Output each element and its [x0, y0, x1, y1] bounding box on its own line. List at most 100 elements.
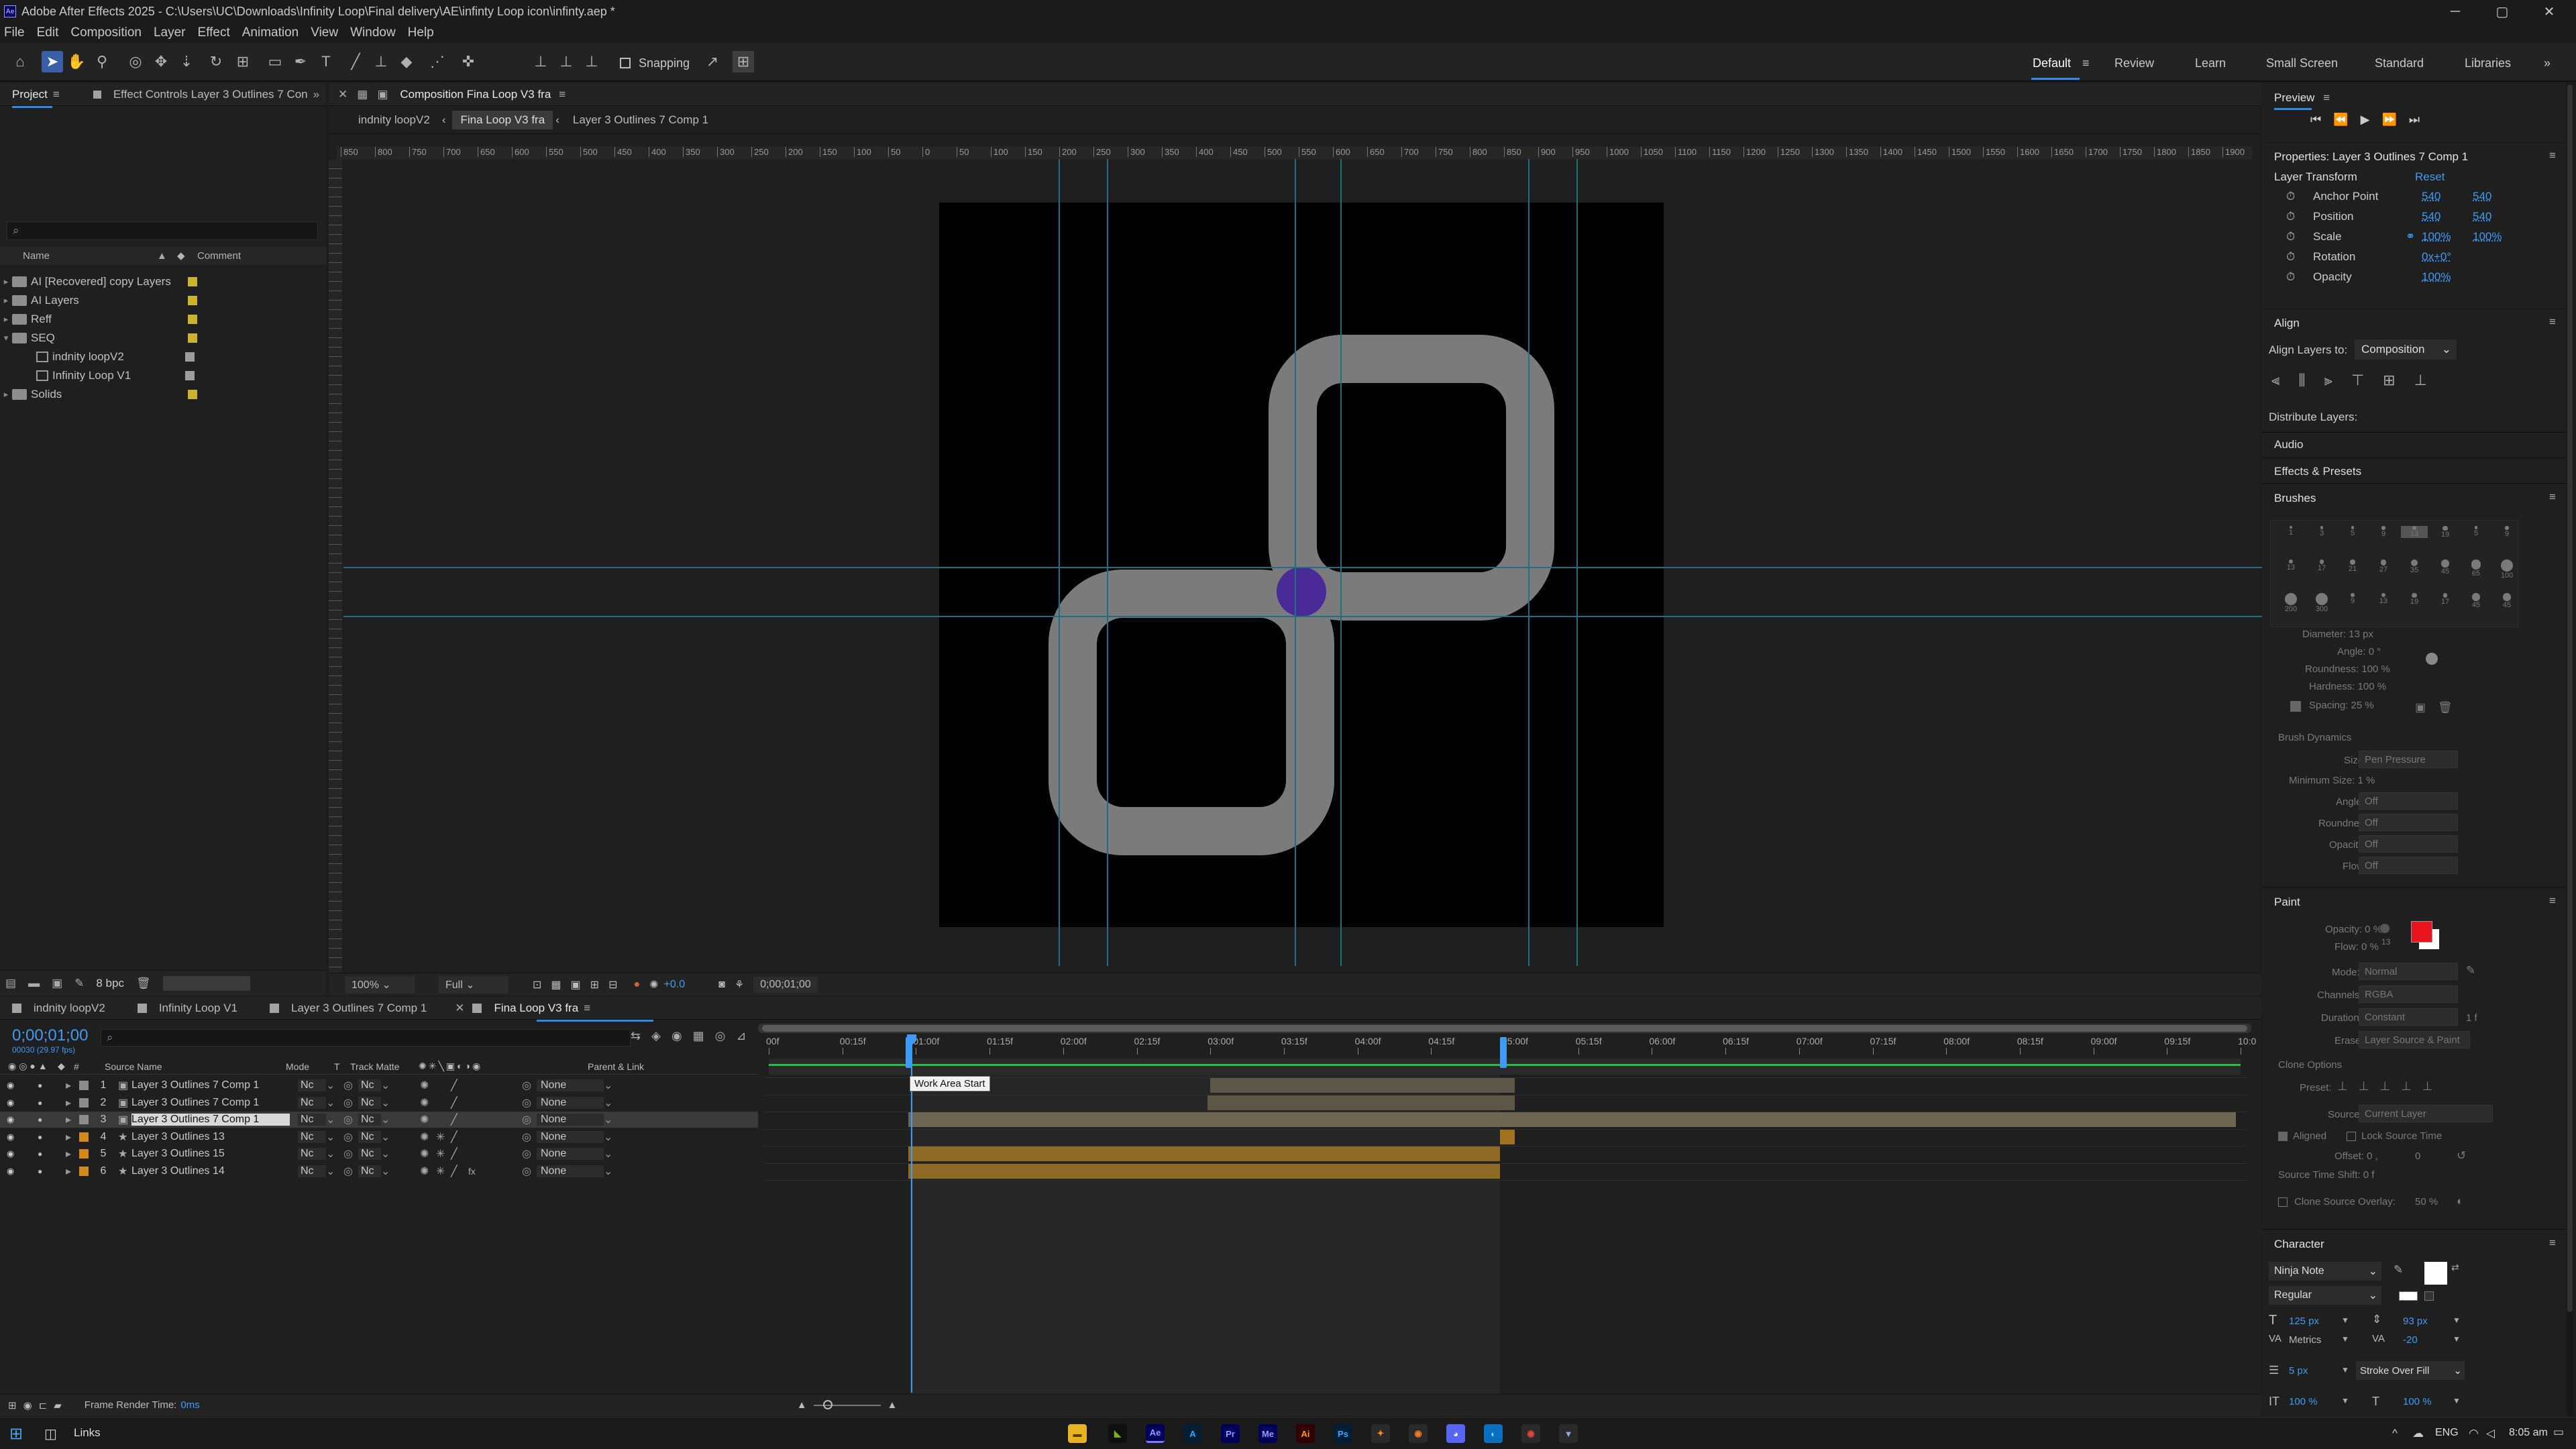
menu-effect[interactable]: Effect	[198, 25, 230, 40]
track-matte-pickwhip-icon[interactable]: ◎	[343, 1147, 358, 1161]
font-eyedropper-icon[interactable]: ✎	[2394, 1263, 2403, 1277]
clone-overlay-value[interactable]: 50 %	[2415, 1196, 2438, 1208]
align-menu-icon[interactable]: ≡	[2549, 315, 2556, 329]
menu-composition[interactable]: Composition	[70, 25, 142, 40]
no-color-swatch[interactable]	[2424, 1291, 2434, 1301]
menu-help[interactable]: Help	[408, 25, 434, 40]
brush-tip[interactable]: 13	[2370, 593, 2397, 605]
parent-dropdown[interactable]: None	[537, 1079, 604, 1091]
mask-visibility-icon[interactable]: ▣	[571, 978, 581, 991]
brush-tip[interactable]: 45	[2493, 593, 2520, 609]
paint-channels-dropdown[interactable]: RGBA	[2359, 985, 2458, 1003]
parent-dropdown[interactable]: None	[537, 1148, 604, 1160]
solo-toggle-icon[interactable]: ●	[38, 1132, 52, 1142]
brush-tip[interactable]: 5	[2463, 526, 2489, 537]
view-layout-icon[interactable]: ⊟	[608, 978, 617, 991]
breadcrumb-fina-loop-v3[interactable]: Fina Loop V3 fra	[452, 110, 553, 129]
visibility-eye-icon[interactable]: ◉	[7, 1132, 23, 1142]
dyn-flow-dropdown[interactable]: Off	[2359, 857, 2458, 874]
app-a-icon[interactable]: A	[1183, 1424, 1202, 1443]
volume-icon[interactable]: ◁	[2486, 1427, 2495, 1440]
breadcrumb-indnity-loopv2[interactable]: indnity loopV2	[358, 113, 430, 127]
solo-toggle-icon[interactable]: ●	[38, 1167, 52, 1176]
breadcrumb-layer3-comp1[interactable]: Layer 3 Outlines 7 Comp 1	[573, 113, 708, 127]
layer-label-color[interactable]	[79, 1149, 89, 1159]
constrain-proportions-icon[interactable]: ⚭	[2406, 230, 2422, 244]
layer-name[interactable]: Layer 3 Outlines 15	[131, 1148, 290, 1160]
chevron-right-icon[interactable]: ▸	[0, 295, 12, 306]
expand-layer-icon[interactable]: ▸	[66, 1096, 79, 1110]
composition-title[interactable]: Composition Fina Loop V3 fra	[388, 83, 563, 106]
property-value-1[interactable]: 100%	[2422, 230, 2473, 244]
layer-mode-dropdown[interactable]: Nc	[298, 1114, 326, 1126]
brush-tips-grid[interactable]: 1 3 5 9 13 19 5 9 13 17 21 27 35 45 65 100 200 300 9 13 19 17…	[2270, 520, 2518, 627]
property-value-2[interactable]: 540	[2473, 210, 2524, 223]
dyn-size-dropdown[interactable]: Pen Pressure	[2359, 751, 2458, 768]
tracking-value[interactable]: -20	[2403, 1334, 2418, 1346]
layer-name[interactable]: Layer 3 Outlines 7 Comp 1	[131, 1114, 290, 1126]
pen-tool-icon[interactable]: ✒	[290, 51, 311, 72]
clone-preset-2-icon[interactable]: ⊥	[2359, 1079, 2369, 1093]
eyedropper-icon[interactable]: ✎	[2466, 964, 2475, 977]
align-top-icon[interactable]: ⊤	[2351, 372, 2364, 389]
dyn-angle-dropdown[interactable]: Off	[2359, 792, 2458, 810]
project-menu-icon[interactable]: ≡	[53, 88, 60, 101]
project-item[interactable]: ▸ Solids	[0, 385, 326, 404]
eraser-tool-icon[interactable]: ◆	[396, 51, 417, 72]
brush-tip[interactable]: 3	[2308, 526, 2335, 537]
workspace-small-screen[interactable]: Small Screen	[2266, 56, 2338, 70]
visibility-eye-icon[interactable]: ◉	[7, 1097, 23, 1108]
guide-vertical[interactable]	[1107, 159, 1108, 966]
visibility-eye-icon[interactable]: ◉	[7, 1080, 23, 1091]
font-style-dropdown[interactable]: Regular ⌄	[2269, 1286, 2381, 1305]
brush-tip[interactable]: 65	[2463, 559, 2489, 578]
minimize-button[interactable]: ─	[2435, 0, 2475, 23]
shy-layers-icon[interactable]: ◉	[672, 1029, 682, 1043]
bpc-button[interactable]: 8 bpc	[96, 977, 124, 990]
brush-tip[interactable]: 5	[2339, 526, 2366, 537]
guide-horizontal[interactable]	[343, 616, 2262, 617]
menu-layer[interactable]: Layer	[154, 25, 186, 40]
first-frame-icon[interactable]: ⏮	[2310, 113, 2321, 127]
edge-icon[interactable]: ◐	[1484, 1424, 1503, 1443]
leading-value[interactable]: 93 px	[2403, 1316, 2428, 1327]
brush-tip[interactable]: 17	[2308, 559, 2335, 572]
clone-preset-3-icon[interactable]: ⊥	[2379, 1079, 2390, 1093]
parent-pickwhip-icon[interactable]: ◎	[522, 1096, 537, 1110]
brush-tip[interactable]: 9	[2493, 526, 2520, 538]
foreground-color-swatch[interactable]	[2411, 921, 2432, 943]
shy-switch-icon[interactable]: ✺	[420, 1165, 436, 1178]
label-color-swatch[interactable]	[188, 296, 197, 305]
property-value-1[interactable]: 100%	[2422, 270, 2473, 284]
brush-tip[interactable]: 19	[2401, 593, 2428, 606]
quality-switch-icon[interactable]: ╱	[451, 1096, 468, 1110]
rectangle-tool-icon[interactable]: ▭	[264, 51, 286, 72]
lock-source-time-checkbox[interactable]	[2347, 1132, 2356, 1141]
timeline-tab-infinity-loop-v1[interactable]: Infinity Loop V1	[147, 997, 250, 1020]
character-menu-icon[interactable]: ≡	[2549, 1236, 2556, 1250]
type-tool-icon[interactable]: T	[315, 51, 337, 72]
track-matte-pickwhip-icon[interactable]: ◎	[343, 1079, 358, 1092]
fill-color-swatch[interactable]	[2424, 1262, 2447, 1285]
region-of-interest-icon[interactable]: ⊡	[533, 978, 541, 991]
horizontal-scale-value[interactable]: 100 %	[2403, 1396, 2432, 1407]
media-encoder-icon[interactable]: Me	[1258, 1424, 1277, 1443]
parent-dropdown[interactable]: None	[537, 1114, 604, 1126]
track-matte-pickwhip-icon[interactable]: ◎	[343, 1165, 358, 1178]
dyn-opacity-dropdown[interactable]: Off	[2359, 835, 2458, 853]
properties-menu-icon[interactable]: ≡	[2549, 149, 2556, 162]
current-timecode[interactable]: 0;00;01;00	[12, 1026, 88, 1045]
puppet-tool-icon[interactable]: ✜	[458, 51, 479, 72]
home-icon[interactable]: ⌂	[9, 51, 31, 72]
paint-mode-dropdown[interactable]: Normal	[2359, 963, 2458, 980]
collapse-switch-icon[interactable]: ✳	[436, 1147, 451, 1161]
tray-chevron-icon[interactable]: ^	[2392, 1427, 2398, 1440]
taskbar-search-label[interactable]: Links	[74, 1426, 101, 1440]
brush-tip[interactable]: 13	[2277, 559, 2304, 572]
track-matte-dropdown[interactable]: Nc	[358, 1148, 381, 1160]
timeline-menu-icon[interactable]: ≡	[584, 1002, 590, 1015]
play-icon[interactable]: ▶	[2361, 113, 2370, 127]
brush-tip[interactable]: 35	[2401, 559, 2428, 574]
parent-dropdown[interactable]: None	[537, 1130, 604, 1143]
font-size-value[interactable]: 125 px	[2289, 1316, 2319, 1327]
